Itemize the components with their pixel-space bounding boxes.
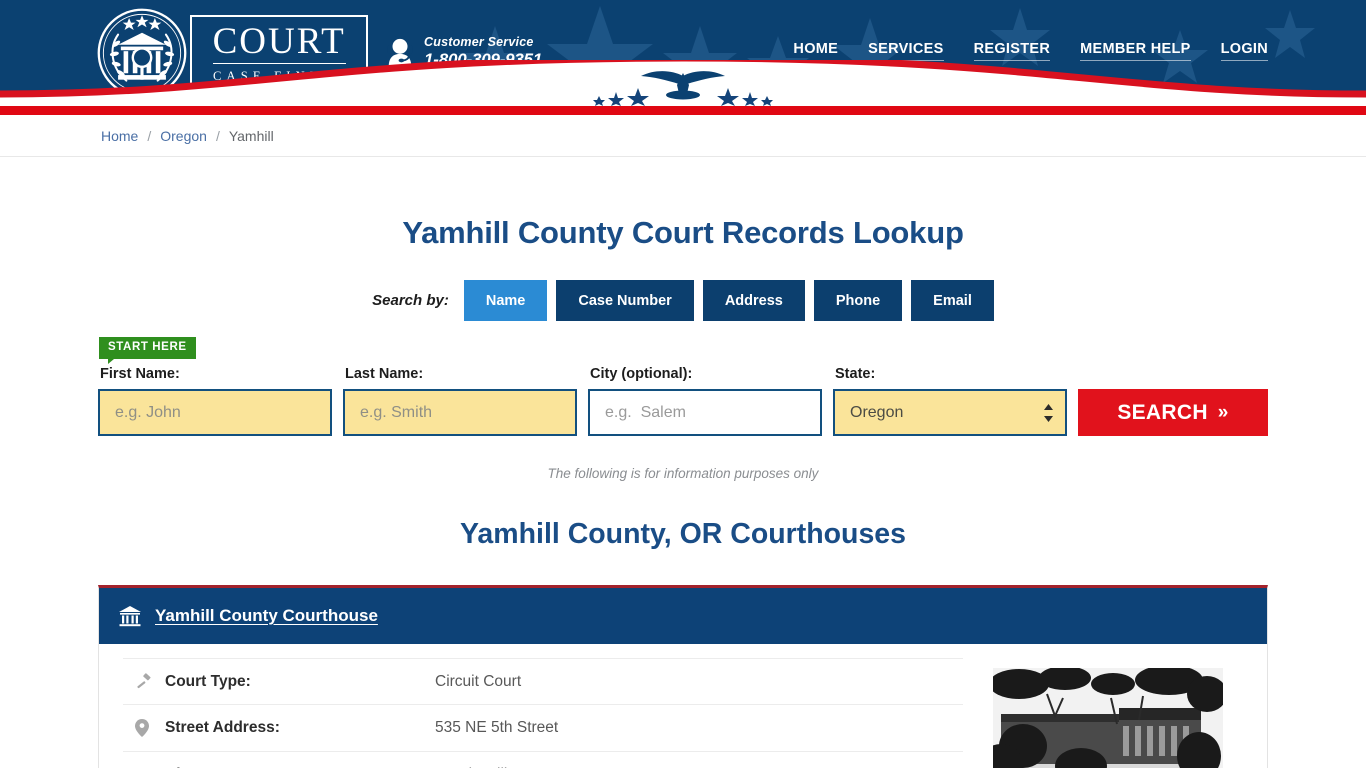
first-name-input[interactable] (98, 389, 332, 436)
breadcrumb-separator: / (147, 127, 152, 144)
first-name-label: First Name: (100, 366, 180, 382)
breadcrumb-bar: Home / Oregon / Yamhill (0, 115, 1366, 157)
search-by-label: Search by: (372, 292, 449, 309)
logo-main-text: COURT (212, 20, 346, 64)
tab-address[interactable]: Address (702, 280, 805, 321)
nav-item-register[interactable]: REGISTER (973, 41, 1051, 61)
nav-item-member-help[interactable]: MEMBER HELP (1080, 41, 1191, 61)
breadcrumb-state[interactable]: Oregon (160, 128, 207, 144)
classical-building-icon (119, 606, 141, 627)
search-button[interactable]: SEARCH » (1078, 389, 1268, 436)
courthouse-card: Yamhill County Courthouse Court Type: Ci… (98, 585, 1268, 768)
double-chevron-right-icon: » (1217, 401, 1229, 423)
nav-item-services[interactable]: SERVICES (868, 41, 944, 61)
last-name-label: Last Name: (345, 366, 424, 382)
disclaimer-text: The following is for information purpose… (547, 466, 819, 481)
detail-value: Circuit Court (435, 672, 522, 690)
breadcrumb-home[interactable]: Home (101, 128, 138, 144)
table-row: Court Type: Circuit Court (123, 658, 963, 705)
courthouse-detail-list: Court Type: Circuit Court Street Address… (123, 658, 963, 768)
main-navigation: HOME SERVICES REGISTER MEMBER HELP LOGIN (793, 41, 1268, 61)
breadcrumb-separator: / (215, 127, 220, 144)
detail-value: 535 NE 5th Street (435, 719, 559, 736)
site-header: COURT CASE FINDER Customer Service 1-800… (0, 0, 1366, 106)
search-by-tabs: Search by: Name Case Number Address Phon… (0, 280, 1366, 321)
table-row: City: McMinnville (123, 752, 963, 768)
nav-item-login[interactable]: LOGIN (1220, 41, 1268, 61)
courthouse-photo (993, 668, 1223, 768)
first-name-field-group: First Name: (98, 366, 332, 436)
courthouse-title-link[interactable]: Yamhill County Courthouse (155, 606, 378, 626)
search-form: START HERE First Name: Last Name: City (… (98, 337, 1268, 445)
main-content: Yamhill County Court Records Lookup Sear… (0, 157, 1366, 768)
search-button-label: SEARCH (1117, 400, 1208, 424)
customer-service-label: Customer Service (424, 35, 534, 49)
last-name-field-group: Last Name: (343, 366, 577, 436)
tab-email[interactable]: Email (911, 280, 994, 321)
courthouse-card-body: Court Type: Circuit Court Street Address… (99, 644, 1267, 768)
courthouse-card-header: Yamhill County Courthouse (99, 588, 1267, 644)
tab-phone[interactable]: Phone (813, 280, 903, 321)
map-pin-icon (123, 719, 165, 737)
breadcrumb-current: Yamhill (228, 127, 274, 144)
breadcrumb: Home / Oregon / Yamhill (101, 128, 274, 144)
page-title: Yamhill County Court Records Lookup (402, 215, 964, 250)
detail-label: Street Address: (165, 719, 280, 736)
section-title: Yamhill County, OR Courthouses (459, 518, 906, 550)
flag-wave-decoration (0, 60, 1366, 106)
tab-name[interactable]: Name (463, 280, 548, 321)
red-accent-bar (0, 106, 1366, 115)
state-select[interactable]: Oregon (833, 389, 1067, 436)
start-here-badge: START HERE (99, 337, 196, 363)
state-field-group: State: Oregon (833, 366, 1067, 436)
tab-case-number[interactable]: Case Number (556, 280, 694, 321)
city-label: City (optional): (590, 366, 693, 382)
nav-item-home[interactable]: HOME (793, 41, 839, 61)
gavel-icon (123, 673, 165, 690)
detail-label: Court Type: (165, 672, 251, 690)
table-row: Street Address: 535 NE 5th Street (123, 705, 963, 752)
last-name-input[interactable] (343, 389, 577, 436)
state-label: State: (835, 366, 876, 382)
city-field-group: City (optional): (588, 366, 822, 436)
city-input[interactable] (588, 389, 822, 436)
